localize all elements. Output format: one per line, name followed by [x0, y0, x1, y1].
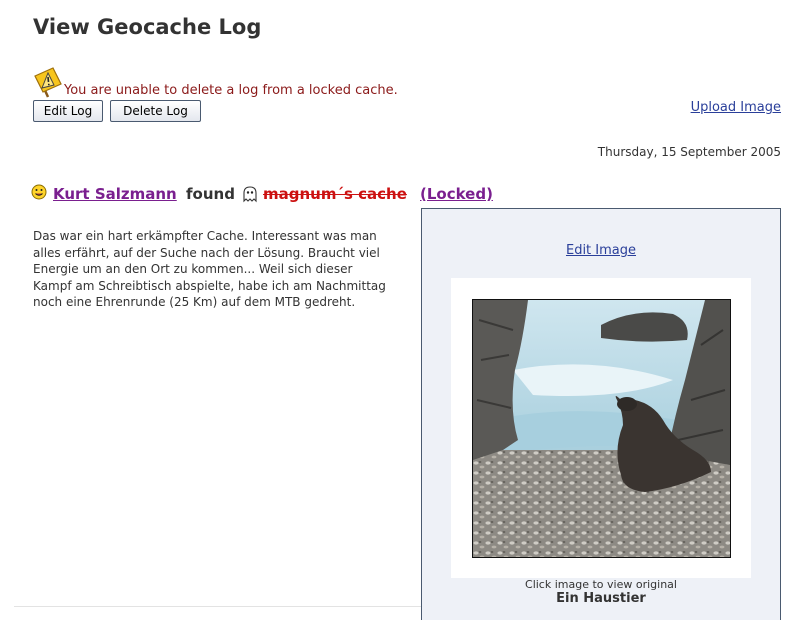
warning-text: You are unable to delete a log from a lo…: [64, 83, 398, 98]
ghost-icon: [241, 185, 259, 203]
log-text: Das war ein hart erkämpfter Cache. Inter…: [33, 229, 386, 309]
page-title: View Geocache Log: [33, 15, 262, 39]
divider: [14, 606, 421, 607]
smiley-icon: [31, 184, 47, 200]
photo-caption: Click image to view original: [525, 578, 677, 591]
delete-log-button[interactable]: Delete Log: [110, 100, 201, 122]
cache-name-link[interactable]: magnum´s cache: [263, 185, 407, 203]
log-photo[interactable]: [472, 299, 731, 558]
photo-title: Ein Haustier: [556, 591, 646, 606]
finder-link[interactable]: Kurt Salzmann: [53, 185, 177, 203]
edit-image-link[interactable]: Edit Image: [422, 243, 780, 258]
image-panel: Edit Image Click image to view original …: [421, 208, 781, 620]
log-type: found: [186, 185, 235, 203]
cache-status-link[interactable]: (Locked): [420, 185, 493, 203]
photo-frame: [451, 278, 751, 578]
upload-image-link[interactable]: Upload Image: [691, 100, 781, 115]
edit-log-button[interactable]: Edit Log: [33, 100, 103, 122]
log-date: Thursday, 15 September 2005: [597, 145, 781, 159]
warning-sign-icon: [33, 66, 65, 98]
